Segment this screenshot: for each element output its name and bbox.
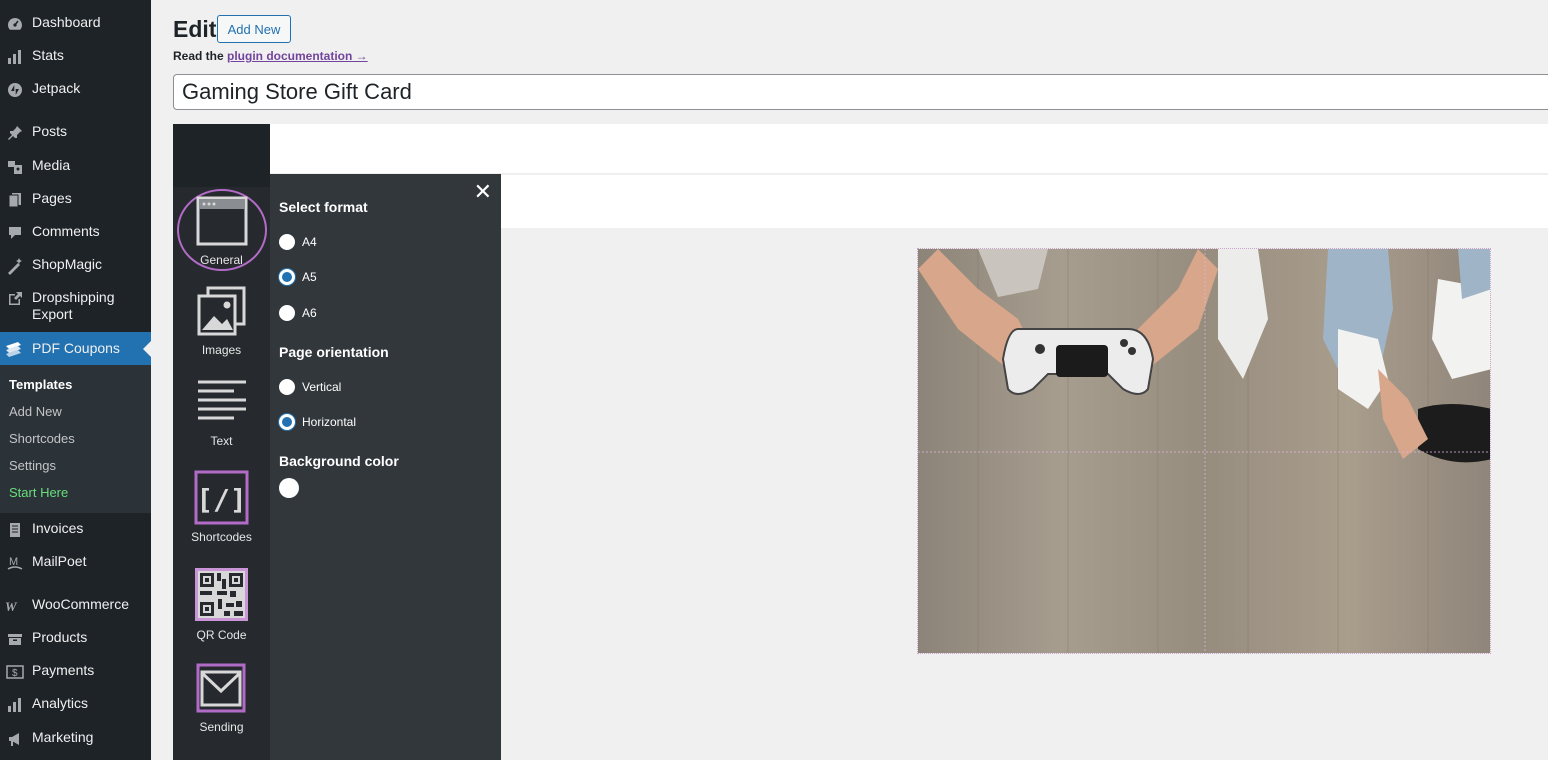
format-option-a4[interactable]: A4 [279, 234, 317, 250]
pdf-coupons-submenu: Templates Add New Shortcodes Settings St… [0, 365, 151, 513]
media-icon [5, 157, 25, 177]
envelope-icon [196, 663, 246, 713]
tool-images[interactable]: Images [173, 286, 270, 362]
tool-images-label: Images [201, 343, 242, 357]
svg-text:$: $ [12, 668, 18, 679]
orientation-option-vertical[interactable]: Vertical [279, 379, 341, 395]
gaming-photo-image [918, 249, 1490, 653]
format-option-a6[interactable]: A6 [279, 305, 317, 321]
stats-icon [5, 47, 25, 67]
menu-analytics[interactable]: Analytics [0, 695, 151, 715]
comment-icon [5, 223, 25, 243]
tool-shortcodes-label: Shortcodes [191, 530, 252, 544]
menu-invoices[interactable]: Invoices [0, 520, 151, 540]
submenu-templates[interactable]: Templates [9, 377, 72, 392]
coupons-icon [5, 339, 25, 359]
submenu-add-new[interactable]: Add New [9, 404, 62, 419]
svg-text:[/]: [/] [196, 483, 247, 516]
editor-toolbar [270, 124, 1548, 174]
tool-sending[interactable]: Sending [173, 663, 270, 735]
svg-text:W: W [5, 599, 18, 613]
background-color-heading: Background color [279, 453, 399, 469]
invoice-icon [5, 520, 25, 540]
menu-products[interactable]: Products [0, 629, 151, 649]
menu-comments[interactable]: Comments [0, 223, 151, 243]
tool-rail-header [173, 124, 270, 187]
orientation-option-horizontal[interactable]: Horizontal [279, 414, 356, 430]
plugin-documentation-link[interactable]: plugin documentation → [227, 49, 368, 63]
megaphone-icon [5, 729, 25, 749]
shortcode-brackets-icon: [/] [194, 470, 249, 525]
select-format-heading: Select format [279, 199, 368, 215]
tool-general-label: General [200, 253, 243, 267]
radio-vertical[interactable] [279, 379, 295, 395]
submenu-shortcodes[interactable]: Shortcodes [9, 431, 75, 446]
tool-text[interactable]: Text [173, 379, 270, 451]
menu-stats[interactable]: Stats [0, 47, 151, 67]
add-new-button[interactable]: Add New [217, 15, 291, 43]
menu-media[interactable]: Media [0, 157, 151, 177]
text-lines-icon [198, 380, 246, 420]
tool-rail: General Images Text [/] Shortcodes QR Co… [173, 124, 270, 760]
admin-sidebar: Dashboard Stats Jetpack Posts Media Page… [0, 0, 151, 760]
images-icon [197, 286, 246, 336]
general-settings-panel: ✕ Select format A4 A5 A6 Page orientatio… [270, 174, 501, 760]
radio-a4[interactable] [279, 234, 295, 250]
background-color-swatch[interactable] [279, 478, 299, 498]
radio-a5[interactable] [279, 269, 295, 285]
menu-marketing[interactable]: Marketing [0, 729, 151, 749]
jetpack-icon [5, 80, 25, 100]
submenu-settings[interactable]: Settings [9, 458, 56, 473]
tool-qr-code[interactable]: QR Code [173, 567, 270, 643]
dashboard-icon [5, 14, 25, 34]
menu-dashboard[interactable]: Dashboard [0, 14, 151, 34]
doc-prefix: Read the [173, 49, 228, 63]
post-title-input[interactable] [173, 74, 1548, 110]
menu-woocommerce[interactable]: W WooCommerce [0, 596, 151, 616]
menu-posts[interactable]: Posts [0, 123, 151, 143]
menu-pdf-coupons[interactable]: PDF Coupons [0, 332, 151, 366]
tool-qr-code-label: QR Code [196, 628, 247, 642]
bar-chart-icon [5, 695, 25, 715]
submenu-start-here[interactable]: Start Here [9, 485, 68, 500]
menu-dropshipping-export[interactable]: Dropshipping Export [0, 289, 151, 325]
menu-mailpoet[interactable]: M MailPoet [0, 553, 151, 573]
archive-icon [5, 629, 25, 649]
pages-icon [5, 190, 25, 210]
external-link-icon [5, 289, 25, 309]
radio-horizontal[interactable] [279, 414, 295, 430]
tool-shortcodes[interactable]: [/] Shortcodes [173, 470, 270, 546]
coupon-background-image[interactable] [917, 248, 1491, 654]
page-orientation-heading: Page orientation [279, 344, 389, 360]
menu-payments[interactable]: $ Payments [0, 662, 151, 682]
dollar-icon: $ [5, 662, 25, 682]
close-icon[interactable]: ✕ [474, 181, 492, 203]
radio-a6[interactable] [279, 305, 295, 321]
tool-general[interactable]: General [173, 188, 270, 276]
menu-shopmagic[interactable]: ShopMagic [0, 256, 151, 276]
format-option-a5[interactable]: A5 [279, 269, 317, 285]
pin-icon [5, 123, 25, 143]
qr-code-icon [195, 568, 248, 621]
editor-subtoolbar [501, 175, 1548, 228]
magic-wand-icon [5, 256, 25, 276]
tool-sending-label: Sending [199, 720, 244, 734]
woocommerce-icon: W [5, 596, 25, 616]
svg-text:M: M [9, 556, 18, 568]
menu-jetpack[interactable]: Jetpack [0, 80, 151, 100]
tool-text-label: Text [210, 434, 233, 448]
mailpoet-icon: M [5, 553, 25, 573]
page-title: Edit [173, 16, 217, 42]
menu-pages[interactable]: Pages [0, 190, 151, 210]
documentation-line: Read the plugin documentation → [173, 49, 368, 63]
